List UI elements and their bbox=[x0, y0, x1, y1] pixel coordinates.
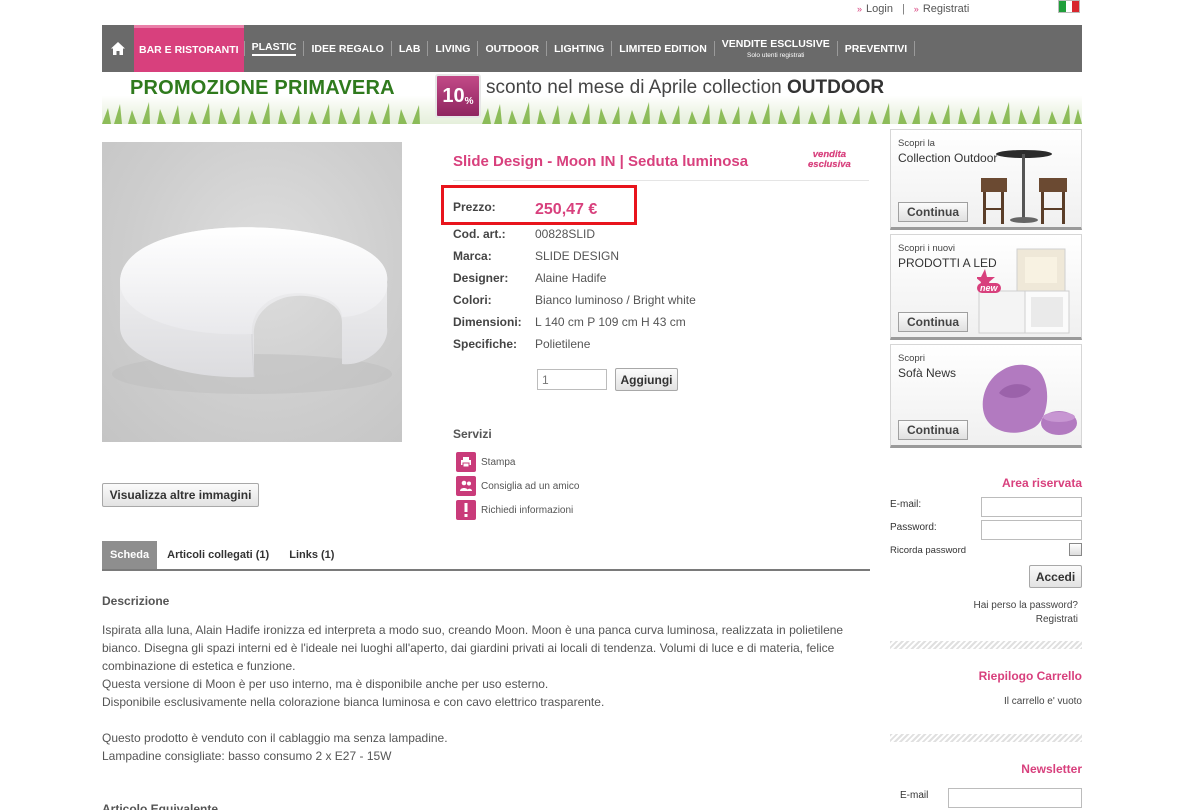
continue-button[interactable]: Continua bbox=[898, 202, 968, 222]
description-heading: Descrizione bbox=[102, 594, 170, 608]
divider bbox=[453, 180, 869, 181]
services-heading: Servizi bbox=[453, 427, 492, 441]
service-label: Stampa bbox=[481, 456, 516, 468]
product-tabs: Scheda Articoli collegati (1) Links (1) bbox=[102, 541, 870, 571]
nav-item-preventivi[interactable]: PREVENTIVI bbox=[838, 25, 914, 72]
home-button[interactable] bbox=[102, 25, 134, 72]
nav-item-lab[interactable]: LAB bbox=[392, 25, 428, 72]
product-title: Slide Design - Moon IN | Seduta luminosa bbox=[453, 153, 749, 170]
home-icon bbox=[111, 42, 125, 55]
tab-scheda[interactable]: Scheda bbox=[102, 541, 158, 569]
service-recommend[interactable]: Consiglia ad un amico bbox=[456, 476, 579, 496]
continue-button[interactable]: Continua bbox=[898, 312, 968, 332]
nav-item-limited-edition[interactable]: LIMITED EDITION bbox=[612, 25, 714, 72]
tab-articoli-collegati[interactable]: Articoli collegati (1) bbox=[157, 541, 279, 569]
colors-label: Colori: bbox=[453, 293, 492, 307]
add-to-cart-button[interactable]: Aggiungi bbox=[615, 368, 678, 391]
continue-button[interactable]: Continua bbox=[898, 420, 968, 440]
grass-decoration bbox=[102, 102, 1082, 124]
promo-title: PROMOZIONE PRIMAVERA bbox=[130, 77, 395, 99]
promo-line2: PRODOTTI A LED bbox=[898, 256, 997, 270]
nav-item-bar-ristoranti[interactable]: BAR E RISTORANTI bbox=[134, 25, 244, 72]
promo-box-led[interactable]: new Scopri i nuovi PRODOTTI A LED Contin… bbox=[890, 234, 1082, 340]
promo-line1: Scopri la bbox=[898, 138, 935, 149]
code-label: Cod. art.: bbox=[453, 227, 506, 241]
designer-label: Designer: bbox=[453, 271, 509, 285]
description-paragraph: Ispirata alla luna, Alain Hadife ironizz… bbox=[102, 623, 844, 709]
price-value: 250,47 € bbox=[535, 201, 598, 218]
login-link[interactable]: Login bbox=[866, 3, 893, 15]
main-nav: BAR E RISTORANTI PLASTIC IDEE REGALO LAB… bbox=[102, 25, 1082, 72]
promo-banner[interactable]: PROMOZIONE PRIMAVERA 10% sconto nel mese… bbox=[102, 72, 1082, 124]
link-separator: | bbox=[901, 3, 905, 15]
service-label: Consiglia ad un amico bbox=[481, 480, 580, 492]
email-label: E-mail: bbox=[890, 499, 922, 510]
cart-empty-text: Il carrello e' vuoto bbox=[1003, 696, 1082, 707]
moon-bench-illustration bbox=[112, 227, 392, 394]
exclusive-sale-badge: vendita esclusiva bbox=[808, 149, 851, 170]
section-divider bbox=[890, 734, 1082, 742]
brand-label: Marca: bbox=[453, 249, 492, 263]
newsletter-email-field[interactable] bbox=[948, 788, 1082, 808]
promo-line1: Scopri bbox=[898, 353, 925, 364]
nav-item-vendite-esclusive[interactable]: VENDITE ESCLUSIVE Solo utenti registrati bbox=[715, 25, 837, 72]
dimensions-value: L 140 cm P 109 cm H 43 cm bbox=[535, 315, 686, 329]
promo-line2: Sofà News bbox=[898, 366, 957, 380]
promo-line2: Collection Outdoor bbox=[898, 151, 998, 165]
exclamation-icon bbox=[456, 500, 476, 520]
users-icon bbox=[456, 476, 476, 496]
service-info[interactable]: Richiedi informazioni bbox=[456, 500, 573, 520]
email-field[interactable] bbox=[981, 497, 1082, 517]
account-links: » Login |» Registrati bbox=[857, 3, 969, 15]
newsletter-email-label: E-mail bbox=[900, 790, 929, 801]
arrow-icon: » bbox=[857, 4, 863, 14]
remember-checkbox[interactable] bbox=[1069, 543, 1082, 556]
italian-flag-icon[interactable] bbox=[1058, 0, 1080, 13]
nav-item-plastic[interactable]: PLASTIC bbox=[245, 25, 304, 72]
more-images-button[interactable]: Visualizza altre immagini bbox=[102, 483, 259, 507]
price-label: Prezzo: bbox=[453, 200, 496, 214]
specs-label: Specifiche: bbox=[453, 337, 518, 351]
product-image[interactable] bbox=[102, 142, 402, 442]
brand-value: SLIDE DESIGN bbox=[535, 249, 620, 263]
login-button[interactable]: Accedi bbox=[1029, 565, 1082, 588]
section-divider bbox=[890, 641, 1082, 649]
nav-subtitle: Solo utenti registrati bbox=[747, 52, 805, 59]
password-label: Password: bbox=[890, 522, 937, 533]
promo-line1: Scopri i nuovi bbox=[898, 243, 956, 254]
specs-value: Polietilene bbox=[535, 337, 591, 351]
tab-links[interactable]: Links (1) bbox=[279, 541, 344, 569]
cart-summary-title: Riepilogo Carrello bbox=[978, 669, 1082, 683]
promo-box-outdoor[interactable]: Scopri la Collection Outdoor Continua bbox=[890, 129, 1082, 230]
service-label: Richiedi informazioni bbox=[481, 504, 574, 516]
new-badge: new bbox=[977, 283, 1001, 293]
arrow-icon: » bbox=[913, 4, 919, 14]
nav-item-idee-regalo[interactable]: IDEE REGALO bbox=[304, 25, 390, 72]
dimensions-label: Dimensioni: bbox=[453, 315, 522, 329]
description-body: Ispirata alla luna, Alain Hadife ironizz… bbox=[102, 621, 870, 765]
designer-value: Alaine Hadife bbox=[535, 271, 607, 285]
sidebar-register-link[interactable]: Registrati bbox=[890, 613, 1078, 627]
nav-item-living[interactable]: LIVING bbox=[428, 25, 477, 72]
discount-badge: 10% bbox=[435, 74, 481, 118]
promo-text: sconto nel mese di Aprile collection OUT… bbox=[486, 77, 885, 98]
colors-value: Bianco luminoso / Bright white bbox=[535, 293, 696, 307]
promo-box-sofa[interactable]: Scopri Sofà News Continua bbox=[890, 344, 1082, 448]
register-link[interactable]: Registrati bbox=[923, 3, 969, 15]
equivalent-article-heading: Articolo Equivalente bbox=[102, 802, 219, 810]
reserved-area-title: Area riservata bbox=[1001, 476, 1082, 490]
forgot-password-link[interactable]: Hai perso la password? bbox=[890, 599, 1079, 613]
top-bar: » Login |» Registrati bbox=[0, 0, 1200, 25]
newsletter-title: Newsletter bbox=[1021, 762, 1082, 776]
printer-icon bbox=[456, 452, 476, 472]
nav-item-outdoor[interactable]: OUTDOOR bbox=[478, 25, 546, 72]
quantity-input[interactable]: 1 bbox=[537, 369, 607, 390]
service-print[interactable]: Stampa bbox=[456, 452, 515, 472]
password-field[interactable] bbox=[981, 520, 1082, 540]
nav-item-lighting[interactable]: LIGHTING bbox=[547, 25, 611, 72]
remember-label: Ricorda password bbox=[890, 545, 967, 556]
bean-bag-illustration bbox=[982, 364, 1077, 435]
code-value: 00828SLID bbox=[535, 227, 596, 241]
description-paragraph: Questo prodotto è venduto con il cablagg… bbox=[102, 731, 448, 763]
